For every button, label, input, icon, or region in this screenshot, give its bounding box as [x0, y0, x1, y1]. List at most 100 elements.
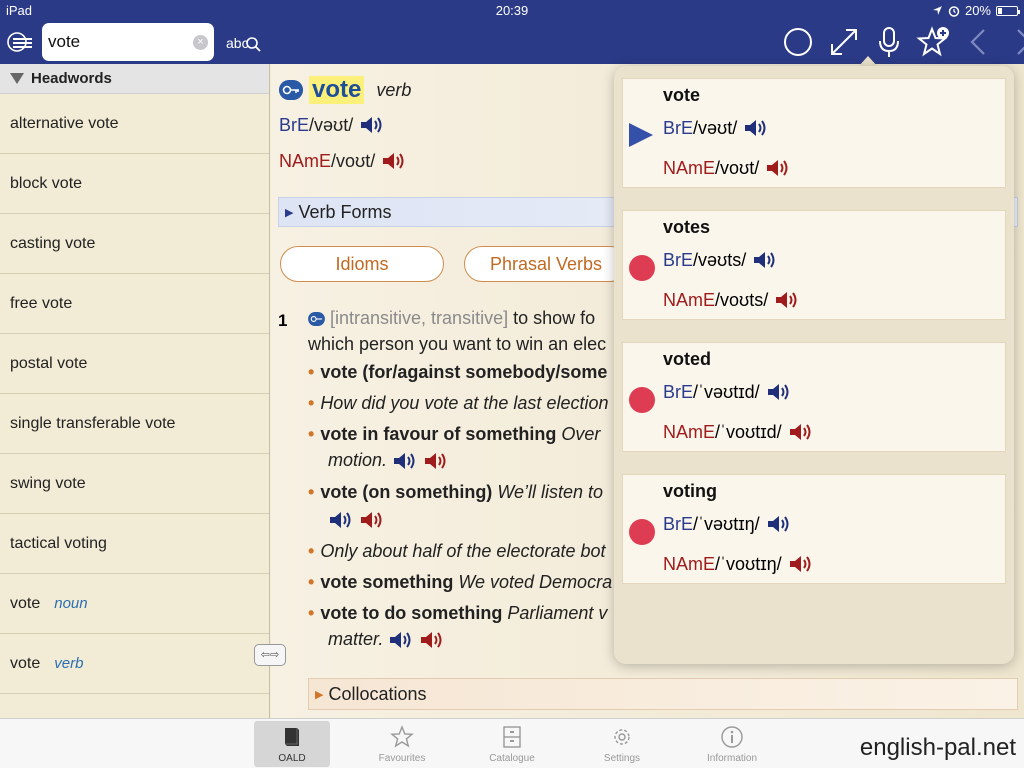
sidebar-item-label: postal vote [10, 354, 88, 372]
example-sentence: Parliament v [507, 603, 608, 623]
tab-catalogue[interactable]: Catalogue [474, 721, 550, 767]
sense-number: 1 [278, 311, 288, 330]
name-ipa: /voʊt/ [715, 157, 760, 178]
alarm-icon [948, 5, 960, 17]
magnifier-icon [245, 37, 261, 52]
sidebar-item[interactable]: alternative vote [0, 94, 269, 154]
tab-label: OALD [278, 753, 306, 764]
speaker-red-icon[interactable] [788, 421, 814, 443]
form-word: votes [663, 217, 711, 237]
example-pattern: vote in favour of something [320, 424, 557, 444]
circle-icon[interactable] [780, 24, 816, 60]
panel-resize-handle[interactable]: ⇦⇨ [254, 644, 286, 666]
example-pattern: vote (for/against somebody/some [320, 362, 608, 382]
play-icon[interactable] [629, 123, 653, 147]
bre-ipa: /vəʊt/ [309, 114, 354, 135]
name-label: NAmE [663, 289, 716, 310]
word-form-card: votes BrE/vəʊts/ NAmE/voʊts/ [622, 210, 1006, 320]
sidebar-item[interactable]: swing vote [0, 454, 269, 514]
speaker-red-icon[interactable] [359, 509, 385, 531]
idioms-button[interactable]: Idioms [280, 246, 444, 282]
speaker-blue-icon[interactable] [752, 249, 778, 271]
speaker-red-icon[interactable] [765, 157, 791, 179]
bre-label: BrE [663, 381, 694, 402]
speaker-red-icon[interactable] [774, 289, 800, 311]
phrasal-verbs-label: Phrasal Verbs [489, 253, 603, 274]
speaker-blue-icon[interactable] [766, 381, 792, 403]
speaker-blue-icon[interactable] [388, 629, 414, 651]
sidebar-item[interactable]: casting vote [0, 214, 269, 274]
tab-oald[interactable]: OALD [254, 721, 330, 767]
record-icon[interactable] [629, 255, 655, 281]
add-favourite-icon[interactable] [916, 24, 952, 60]
record-icon[interactable] [629, 519, 655, 545]
word-form-card: voted BrE/ˈvəʊtɪd/ NAmE/ˈvoʊtɪd/ [622, 342, 1006, 452]
example-line: • Only about half of the electorate bot [308, 541, 606, 561]
bre-label: BrE [663, 513, 694, 534]
tab-settings[interactable]: Settings [584, 721, 660, 767]
speaker-blue-icon[interactable] [359, 114, 385, 136]
sidebar-item[interactable]: postal vote [0, 334, 269, 394]
example-sentence: Only about half of the electorate bot [320, 541, 606, 561]
status-right: 20% [932, 3, 1020, 18]
headword-row: vote verb [279, 76, 411, 104]
name-label: NAmE [663, 553, 716, 574]
search-input[interactable] [48, 29, 188, 55]
status-time: 20:39 [495, 3, 529, 18]
speaker-blue-icon[interactable] [328, 509, 354, 531]
sidebar-item-label: vote [10, 654, 41, 672]
speaker-red-icon[interactable] [788, 553, 814, 575]
sidebar-item-pos: noun [54, 595, 88, 612]
name-label: NAmE [663, 157, 716, 178]
name-label: NAmE [279, 150, 332, 171]
sidebar-item[interactable]: single transferable vote [0, 394, 269, 454]
form-bre: BrE/vəʊt/ [663, 117, 769, 139]
battery-icon [996, 5, 1020, 16]
bre-ipa: /ˈvəʊtɪd/ [693, 381, 760, 402]
sidebar-item[interactable]: tactical voting [0, 514, 269, 574]
sidebar-item[interactable]: vote noun [0, 574, 269, 634]
speaker-red-icon[interactable] [381, 150, 407, 172]
bre-pronunciation: BrE /vəʊt/ [279, 114, 385, 136]
example-sentence: We voted Democra [458, 572, 613, 592]
text-search-button[interactable]: abc [226, 34, 261, 52]
part-of-speech: verb [376, 79, 412, 100]
sidebar-item[interactable]: free vote [0, 274, 269, 334]
speaker-blue-icon[interactable] [392, 450, 418, 472]
example-line: • vote something We voted Democra [308, 572, 613, 592]
sidebar-item[interactable]: vote verb [0, 634, 269, 694]
speaker-red-icon[interactable] [423, 450, 449, 472]
headwords-sidebar: Headwords alternative vote block vote ca… [0, 64, 270, 718]
phrasal-verbs-button[interactable]: Phrasal Verbs [464, 246, 628, 282]
idioms-label: Idioms [335, 253, 389, 274]
collocations-section[interactable]: ▶ Collocations [308, 678, 1018, 710]
form-word: vote [663, 85, 701, 105]
sidebar-item-label: vote [10, 594, 41, 612]
example-line: • vote (for/against somebody/some [308, 362, 608, 382]
form-word: voting [663, 481, 717, 501]
bre-ipa: /ˈvəʊtɪŋ/ [693, 513, 760, 534]
book-icon [285, 728, 299, 746]
record-icon[interactable] [629, 387, 655, 413]
tab-information[interactable]: Information [694, 721, 770, 767]
speaker-blue-icon[interactable] [766, 513, 792, 535]
example-pattern: vote something [320, 572, 454, 592]
speaker-blue-icon[interactable] [743, 117, 769, 139]
back-arrow-icon[interactable] [962, 24, 998, 60]
form-bre: BrE/ˈvəʊtɪd/ [663, 381, 792, 403]
speaker-red-icon[interactable] [419, 629, 445, 651]
tab-favourites[interactable]: Favourites [364, 721, 440, 767]
sidebar-item-label: block vote [10, 174, 83, 192]
clear-search-button[interactable]: × [193, 35, 208, 50]
example-line: • vote (on something) We’ll listen to [308, 482, 604, 502]
microphone-icon[interactable] [871, 24, 907, 60]
sidebar-item[interactable]: block vote [0, 154, 269, 214]
headwords-header[interactable]: Headwords [0, 64, 269, 94]
oxford-key-icon [308, 312, 325, 327]
headword: vote [309, 76, 365, 104]
forward-arrow-icon[interactable] [1006, 24, 1024, 60]
headwords-title: Headwords [31, 70, 112, 87]
form-name: NAmE/ˈvoʊtɪd/ [663, 421, 814, 443]
expand-icon[interactable] [826, 24, 862, 60]
history-menu-button[interactable] [6, 28, 36, 56]
